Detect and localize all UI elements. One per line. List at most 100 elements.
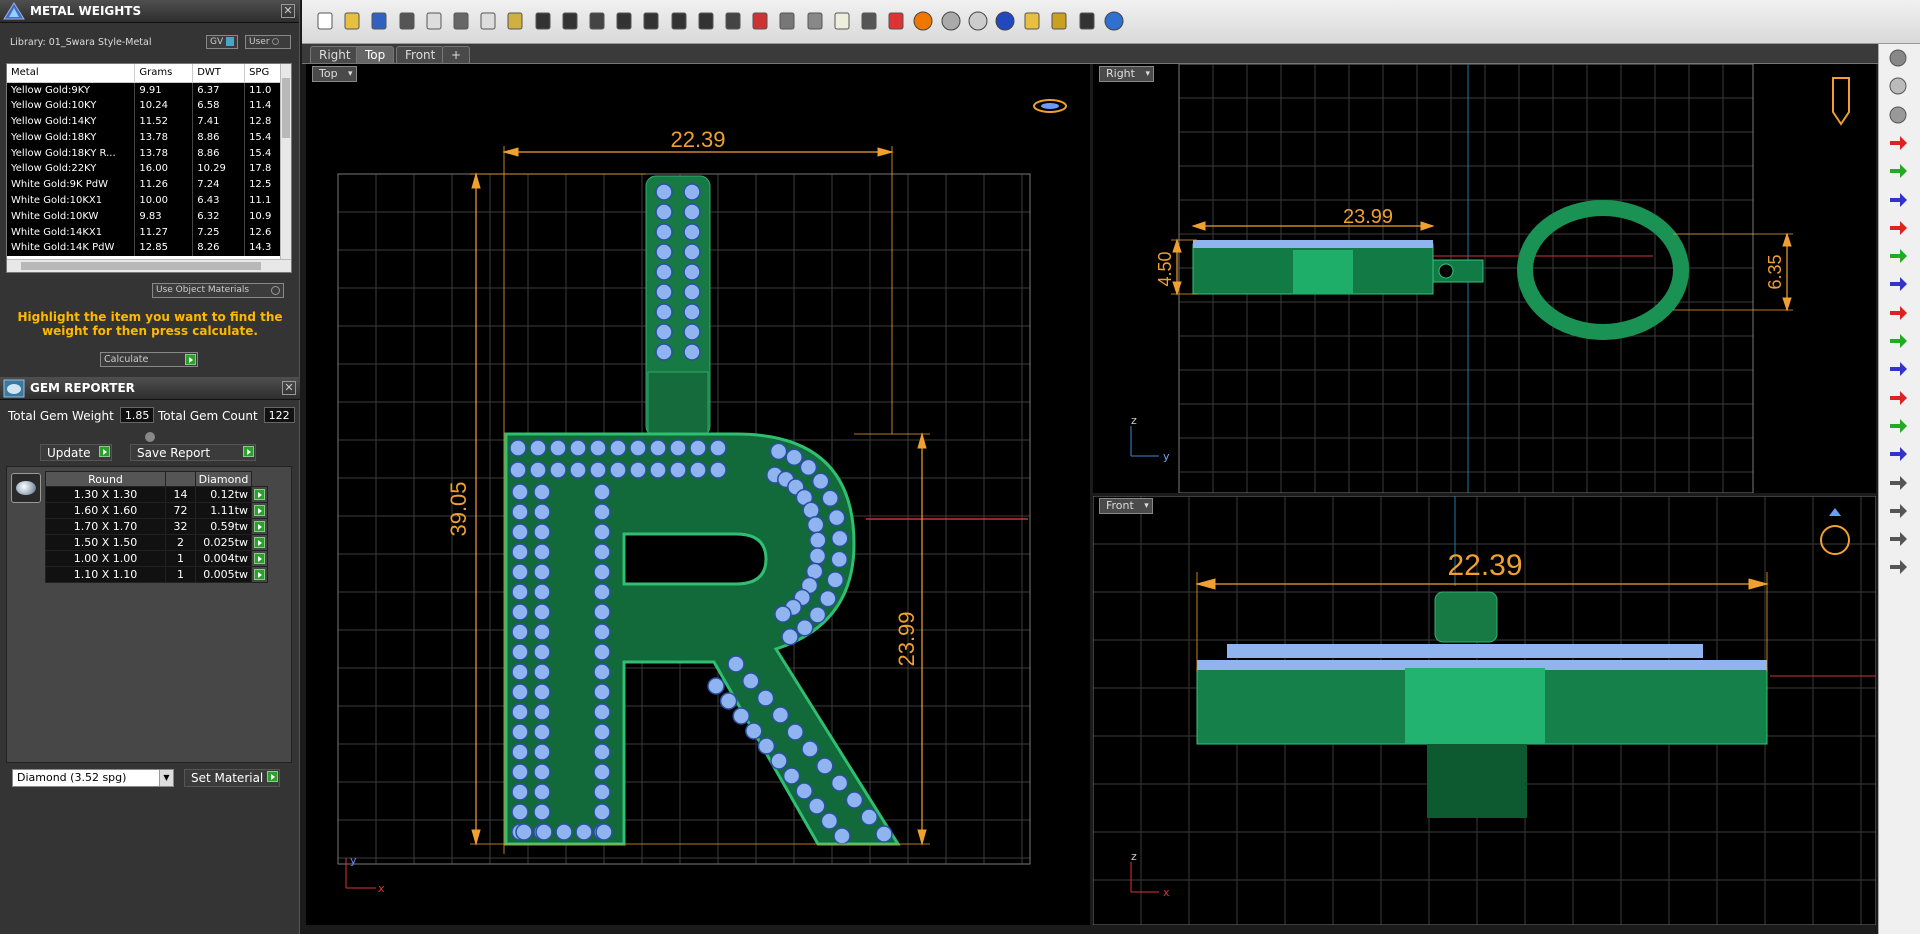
color-icon[interactable] — [912, 10, 934, 32]
zoom-selected-icon[interactable] — [695, 10, 717, 32]
metal-weights-close-button[interactable]: ✕ — [281, 4, 295, 18]
user-toggle[interactable]: User — [245, 35, 291, 49]
sphere-wire-icon[interactable] — [967, 10, 989, 32]
viewport-top-label[interactable]: Top — [312, 66, 357, 82]
view-cube-top-icon[interactable] — [1033, 99, 1067, 113]
metal-col-1[interactable]: Grams — [134, 64, 194, 83]
arrow-tool-icon[interactable] — [1887, 161, 1909, 181]
arrow-tool-icon[interactable] — [1887, 218, 1909, 238]
lamp-icon[interactable] — [831, 10, 853, 32]
render-tool-icon[interactable] — [1887, 105, 1909, 125]
snap-icon[interactable] — [776, 10, 798, 32]
metal-table-hscrollbar[interactable] — [7, 259, 291, 272]
arrow-tool-icon[interactable] — [1887, 274, 1909, 294]
table-row[interactable]: Yellow Gold:18KY R... 13.78 8.86 15.4 — [7, 145, 283, 161]
gem-reporter-close-button[interactable]: ✕ — [282, 381, 296, 395]
tab-top[interactable]: Top — [356, 46, 395, 63]
table-row[interactable]: Yellow Gold:18KY 13.78 8.86 15.4 — [7, 129, 283, 146]
layer-icon[interactable] — [885, 10, 907, 32]
arrow-tool-icon[interactable] — [1887, 557, 1909, 577]
use-object-materials-checkbox[interactable]: Use Object Materials — [152, 283, 284, 298]
table-row[interactable]: Yellow Gold:9KY 9.91 6.37 11.0 — [7, 82, 283, 98]
arrow-tool-icon[interactable] — [1887, 473, 1909, 493]
table-row[interactable]: White Gold:10KX1 10.00 6.43 11.1 — [7, 192, 283, 209]
metal-table-vscrollbar[interactable] — [280, 64, 291, 260]
pen-icon[interactable] — [1021, 10, 1043, 32]
copy-icon[interactable] — [477, 10, 499, 32]
table-row[interactable]: White Gold:14K PdW 12.85 8.26 14.3 — [7, 239, 283, 256]
gv-toggle[interactable]: GV — [206, 35, 239, 49]
splitter-handle[interactable] — [145, 432, 155, 442]
set-material-button[interactable]: Set Material — [184, 769, 280, 787]
gem-row-go-button[interactable] — [251, 550, 268, 567]
table-row[interactable]: Yellow Gold:14KY 11.52 7.41 12.8 — [7, 113, 283, 130]
copy-doc-icon[interactable] — [423, 10, 445, 32]
settings-icon[interactable] — [1076, 10, 1098, 32]
tab-front[interactable]: Front — [396, 46, 445, 63]
gem-row[interactable]: 1.70 X 1.70 32 0.59tw — [45, 518, 268, 535]
arrow-tool-icon[interactable] — [1887, 529, 1909, 549]
metal-weights-table[interactable]: Metal Grams DWT SPG Yellow Gold:9KY 9.91 6.37… — [6, 63, 292, 273]
new-icon[interactable] — [314, 10, 336, 32]
car-icon[interactable] — [749, 10, 771, 32]
gem-row[interactable]: 1.50 X 1.50 2 0.025tw — [45, 534, 268, 551]
arrow-tool-icon[interactable] — [1887, 444, 1909, 464]
gem-row-go-button[interactable] — [251, 502, 268, 519]
table-row[interactable]: Yellow Gold:22KY 16.00 10.29 17.8 — [7, 160, 283, 177]
view-cube-front-icon[interactable] — [1820, 508, 1850, 555]
table-row[interactable]: Yellow Gold:10KY 10.24 6.58 11.4 — [7, 97, 283, 114]
gem-row-go-button[interactable] — [251, 534, 268, 551]
cut-icon[interactable] — [450, 10, 472, 32]
paste-icon[interactable] — [504, 10, 526, 32]
table-row[interactable]: White Gold:10KW 9.83 6.32 10.9 — [7, 208, 283, 225]
undo-icon[interactable] — [532, 10, 554, 32]
update-button[interactable]: Update — [40, 444, 112, 461]
grid-icon[interactable] — [722, 10, 744, 32]
arrow-tool-icon[interactable] — [1887, 133, 1909, 153]
save-icon[interactable] — [368, 10, 390, 32]
move-icon[interactable] — [586, 10, 608, 32]
render-tool-icon[interactable] — [1887, 48, 1909, 68]
metal-col-3[interactable]: SPG — [244, 64, 283, 83]
gem-row-go-button[interactable] — [251, 566, 268, 583]
arrow-tool-icon[interactable] — [1887, 501, 1909, 521]
pan-icon[interactable] — [559, 10, 581, 32]
open-icon[interactable] — [341, 10, 363, 32]
calculate-button[interactable]: Calculate — [100, 352, 198, 367]
globe-icon[interactable] — [994, 10, 1016, 32]
zoom-extents-icon[interactable] — [668, 10, 690, 32]
arrow-tool-icon[interactable] — [1887, 303, 1909, 323]
metal-col-2[interactable]: DWT — [192, 64, 246, 83]
viewport-right[interactable]: 23.99 4.50 6.35 z y Right — [1093, 64, 1876, 493]
metal-col-0[interactable]: Metal — [7, 64, 136, 83]
gear-icon[interactable] — [1048, 10, 1070, 32]
arrow-tool-icon[interactable] — [1887, 246, 1909, 266]
save-report-button[interactable]: Save Report — [130, 444, 256, 461]
table-row[interactable]: White Gold:9K PdW 11.26 7.24 12.5 — [7, 176, 283, 193]
gem-row[interactable]: 1.00 X 1.00 1 0.004tw — [45, 550, 268, 567]
viewport-top[interactable]: 22.39 39.05 23.99 y x Top — [306, 64, 1090, 925]
print-icon[interactable] — [396, 10, 418, 32]
viewport-right-label[interactable]: Right — [1099, 66, 1154, 82]
view-cube-right-icon[interactable] — [1832, 77, 1850, 126]
hscroll-thumb[interactable] — [21, 262, 261, 270]
arrow-tool-icon[interactable] — [1887, 388, 1909, 408]
viewport-front[interactable]: 22.39 z x Front — [1093, 496, 1876, 925]
arrow-tool-icon[interactable] — [1887, 416, 1909, 436]
help-icon[interactable] — [1103, 10, 1125, 32]
tab-add[interactable]: + — [442, 46, 471, 63]
lock-icon[interactable] — [858, 10, 880, 32]
round-diamond-icon[interactable] — [11, 473, 41, 503]
material-select[interactable]: Diamond (3.52 spg) ▼ — [12, 769, 174, 787]
table-row[interactable]: White Gold:14KX1 11.27 7.25 12.6 — [7, 224, 283, 240]
gem-row[interactable]: 1.30 X 1.30 14 0.12tw — [45, 486, 268, 503]
arrow-tool-icon[interactable] — [1887, 190, 1909, 210]
tab-right[interactable]: Right — [310, 46, 360, 63]
render-tool-icon[interactable] — [1887, 76, 1909, 96]
zoom-icon[interactable] — [613, 10, 635, 32]
arrow-tool-icon[interactable] — [1887, 331, 1909, 351]
gem-row-go-button[interactable] — [251, 518, 268, 535]
sphere-shaded-icon[interactable] — [940, 10, 962, 32]
arrow-tool-icon[interactable] — [1887, 359, 1909, 379]
viewport-front-label[interactable]: Front — [1099, 498, 1153, 514]
